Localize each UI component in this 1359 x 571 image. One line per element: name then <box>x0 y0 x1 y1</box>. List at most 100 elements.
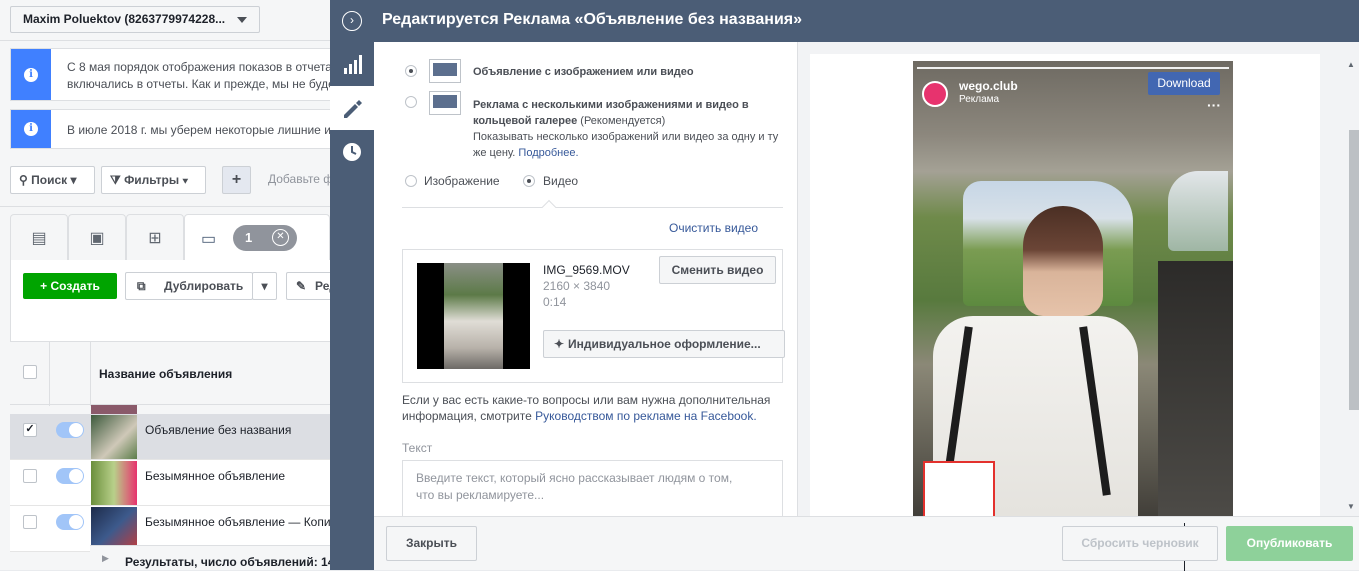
duplicate-icon: ⧉ <box>137 279 146 293</box>
duplicate-label: Дублировать <box>164 279 244 293</box>
format-single-label[interactable]: Объявление с изображением или видео <box>473 66 694 78</box>
story-preview: wego.club Реклама Download ··· <box>913 61 1233 516</box>
edit-ad-dialog: › Редактируется Реклама «Объявление без … <box>330 0 1359 571</box>
row-checkbox[interactable] <box>23 515 37 529</box>
media-image-radio[interactable] <box>405 175 417 187</box>
gift-bag <box>923 461 995 516</box>
ad-preview-panel: wego.club Реклама Download ··· ▲ ▼ <box>798 42 1359 516</box>
dialog-footer: Закрыть Сбросить черновик Опубликовать <box>374 516 1359 571</box>
divider <box>0 40 340 41</box>
publish-button[interactable]: Опубликовать <box>1226 526 1353 561</box>
preview-sponsored-label: Реклама <box>959 94 1000 105</box>
notice-text: В июле 2018 г. мы уберем некоторые лишни… <box>67 123 331 137</box>
reset-draft-button[interactable]: Сбросить черновик <box>1062 526 1218 561</box>
account-name: Maxim Poluektov (8263779974228... <box>23 12 226 26</box>
tab-ads[interactable]: ▭ 1 ✕ <box>184 214 330 260</box>
pencil-icon: ✎ <box>296 279 307 293</box>
selection-badge: 1 ✕ <box>233 225 297 251</box>
account-selector[interactable]: Maxim Poluektov (8263779974228... <box>10 6 260 33</box>
scroll-down-arrow[interactable]: ▼ <box>1347 502 1355 511</box>
ads-manager-background: Maxim Poluektov (8263779974228... i С 8 … <box>0 0 340 570</box>
row-toggle[interactable] <box>56 514 84 530</box>
dialog-header: › Редактируется Реклама «Объявление без … <box>330 0 1359 42</box>
learn-more-link[interactable]: Подробнее. <box>518 147 578 159</box>
ad-text-placeholder: Введите текст, который ясно рассказывает… <box>416 471 733 502</box>
format-carousel-radio[interactable] <box>405 96 417 108</box>
scroll-up-arrow[interactable]: ▲ <box>1347 60 1355 69</box>
info-icon-box: i <box>11 49 51 100</box>
notice-banner: i С 8 мая порядок отображения показов в … <box>10 48 340 101</box>
create-button[interactable]: + Создать <box>23 273 117 299</box>
column-header-name[interactable]: Название объявления <box>99 367 232 381</box>
text-field-label: Текст <box>402 441 433 455</box>
format-carousel-title[interactable]: Реклама с несколькими изображениями и ви… <box>473 99 749 111</box>
person-head <box>1023 206 1103 316</box>
duplicate-dropdown[interactable]: ▾ <box>252 272 277 300</box>
pencil-icon <box>344 100 362 118</box>
close-button[interactable]: Закрыть <box>386 526 477 561</box>
carousel-description: Показывать несколько изображений или вид… <box>473 131 779 143</box>
row-toggle[interactable] <box>56 468 84 484</box>
magic-wand-icon: ✦ <box>554 337 565 351</box>
select-all-checkbox[interactable] <box>23 365 37 379</box>
rail-history[interactable] <box>330 130 374 174</box>
thumbnail <box>91 415 137 459</box>
custom-design-button[interactable]: ✦ Индивидуальное оформление... <box>543 330 785 358</box>
row-name[interactable]: Безымянное объявление — Копи <box>145 515 331 529</box>
media-video-radio[interactable] <box>523 175 535 187</box>
format-single-radio[interactable] <box>405 65 417 77</box>
search-label: Поиск <box>31 173 68 187</box>
more-options-icon[interactable]: ··· <box>1207 97 1221 113</box>
info-icon: i <box>24 122 38 136</box>
media-image-label[interactable]: Изображение <box>424 174 500 188</box>
table-header: Название объявления <box>10 341 340 406</box>
recommended-tag: (Рекомендуется) <box>580 115 666 127</box>
row-checkbox[interactable] <box>23 469 37 483</box>
collapse-chevron-icon[interactable]: › <box>342 11 362 31</box>
avatar <box>922 81 948 107</box>
rail-edit[interactable] <box>330 86 374 130</box>
video-card: IMG_9569.MOV 2160 × 3840 0:14 Сменить ви… <box>402 249 785 383</box>
ads-guide-link[interactable]: Руководством по рекламе на Facebook. <box>535 409 757 423</box>
format-carousel-title[interactable]: кольцевой галерее <box>473 115 577 127</box>
filters-label: Фильтры <box>124 173 180 187</box>
video-filename: IMG_9569.MOV <box>543 263 630 277</box>
table-row[interactable]: ✓ Объявление без названия <box>10 414 340 460</box>
row-name[interactable]: Объявление без названия <box>145 423 291 437</box>
filter-icon: ⧩ <box>110 173 121 187</box>
caret-down-icon <box>237 17 247 23</box>
info-icon: i <box>24 67 38 82</box>
clear-selection-icon[interactable]: ✕ <box>272 229 289 246</box>
search-icon: ⚲ <box>19 173 28 187</box>
tab-ads-grid[interactable]: ⊞ <box>126 214 184 260</box>
caret-right-icon[interactable]: ▶ <box>102 553 109 564</box>
dialog-title: Редактируется Реклама «Объявление без на… <box>382 11 803 28</box>
scrollbar-thumb[interactable] <box>1349 130 1359 410</box>
ad-text-input[interactable]: Введите текст, который ясно рассказывает… <box>402 460 783 516</box>
help-text-line: информация, смотрите <box>402 409 532 423</box>
rail-insights[interactable] <box>330 42 374 86</box>
story-progress-bar <box>917 67 1229 69</box>
filters-button[interactable]: ⧩ Фильтры ▾ <box>101 166 206 194</box>
clear-video-link[interactable]: Очистить видео <box>669 221 758 235</box>
ad-icon: ▭ <box>201 231 217 248</box>
add-filter-button[interactable]: + <box>222 166 251 194</box>
row-name[interactable]: Безымянное объявление <box>145 469 285 483</box>
carousel-description: же цену. <box>473 147 516 159</box>
tab-campaigns[interactable]: ▤ <box>10 214 68 260</box>
row-toggle[interactable] <box>56 422 84 438</box>
duplicate-button[interactable]: ⧉ Дублировать <box>125 272 253 300</box>
thumbnail <box>91 461 137 505</box>
results-summary: ▶ Результаты, число объявлений: 14 <box>90 545 340 570</box>
clock-icon <box>343 143 361 161</box>
preview-download-button[interactable]: Download <box>1148 72 1220 95</box>
help-text-line: Если у вас есть какие-то вопросы или вам… <box>402 393 771 407</box>
notice-text: С 8 мая порядок отображения показов в от… <box>67 60 332 74</box>
table-row[interactable]: Безымянное объявление <box>10 460 340 506</box>
pointer-notch <box>541 199 557 215</box>
change-video-button[interactable]: Сменить видео <box>659 256 776 284</box>
tab-adsets[interactable]: ▣ <box>68 214 126 260</box>
search-button[interactable]: ⚲ Поиск ▾ <box>10 166 95 194</box>
media-video-label[interactable]: Видео <box>543 174 578 188</box>
row-checkbox-checked[interactable]: ✓ <box>23 423 37 437</box>
